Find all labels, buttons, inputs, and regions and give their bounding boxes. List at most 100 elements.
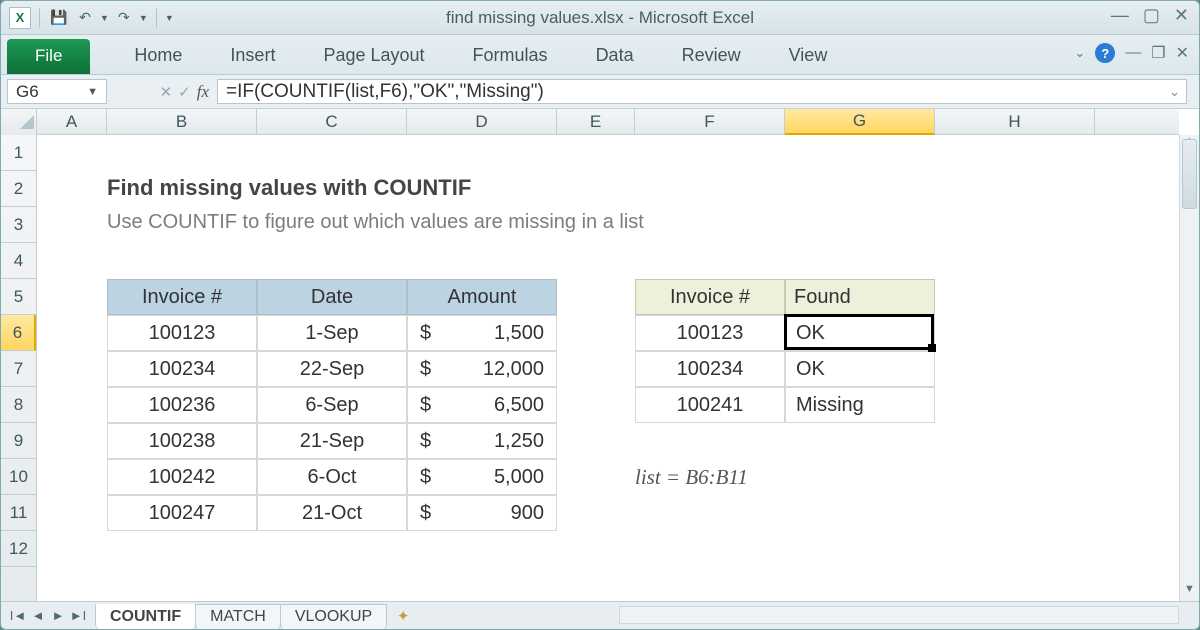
table1-date-5: 21-Oct — [257, 495, 407, 531]
fx-icon[interactable]: fx — [197, 82, 209, 102]
vertical-scrollbar[interactable]: ▲ ▼ — [1179, 135, 1199, 601]
undo-icon[interactable]: ↶ — [74, 7, 96, 29]
qat-customize-icon[interactable]: ▼ — [165, 13, 174, 23]
table2-found-1: OK — [785, 351, 935, 387]
title-bar: X 💾 ↶ ▼ ↷ ▼ ▼ find missing values.xlsx -… — [1, 1, 1199, 35]
tab-formulas[interactable]: Formulas — [449, 37, 572, 74]
ribbon-tabs: File Home Insert Page Layout Formulas Da… — [1, 35, 1199, 75]
row-header-3[interactable]: 3 — [1, 207, 36, 243]
name-box[interactable]: G6 ▼ — [7, 79, 107, 104]
row-header-4[interactable]: 4 — [1, 243, 36, 279]
scroll-down-icon[interactable]: ▼ — [1180, 583, 1199, 601]
table1-invoice-5: 100247 — [107, 495, 257, 531]
table1-amount-4: $5,000 — [407, 459, 557, 495]
sheet-tab-match[interactable]: MATCH — [195, 604, 281, 630]
tab-view[interactable]: View — [765, 37, 852, 74]
column-header-f[interactable]: F — [635, 109, 785, 135]
table1-invoice-2: 100236 — [107, 387, 257, 423]
help-icon[interactable]: ? — [1095, 43, 1115, 63]
sheet-tab-vlookup[interactable]: VLOOKUP — [280, 604, 387, 630]
undo-dropdown-icon[interactable]: ▼ — [100, 13, 109, 23]
table1-date-3: 21-Sep — [257, 423, 407, 459]
tab-review[interactable]: Review — [658, 37, 765, 74]
worksheet-title: Find missing values with COUNTIF — [107, 175, 807, 211]
table1-invoice-0: 100123 — [107, 315, 257, 351]
table1-invoice-4: 100242 — [107, 459, 257, 495]
tab-home[interactable]: Home — [110, 37, 206, 74]
cell-area[interactable]: Find missing values with COUNTIFUse COUN… — [37, 135, 1179, 601]
select-all-corner[interactable] — [1, 109, 37, 135]
redo-dropdown-icon[interactable]: ▼ — [139, 13, 148, 23]
table1-amount-5: $900 — [407, 495, 557, 531]
table2-found-0: OK — [785, 315, 935, 351]
row-header-2[interactable]: 2 — [1, 171, 36, 207]
ribbon-minimize-icon[interactable]: ⌄ — [1074, 45, 1085, 61]
table1-date-1: 22-Sep — [257, 351, 407, 387]
file-tab[interactable]: File — [7, 39, 90, 74]
column-header-h[interactable]: H — [935, 109, 1095, 135]
spreadsheet-grid[interactable]: ABCDEFGH 123456789101112 Find missing va… — [1, 109, 1199, 601]
row-header-7[interactable]: 7 — [1, 351, 36, 387]
horizontal-scrollbar[interactable] — [619, 606, 1179, 624]
formula-bar[interactable]: =IF(COUNTIF(list,F6),"OK","Missing") ⌄ — [217, 79, 1187, 104]
column-header-a[interactable]: A — [37, 109, 107, 135]
formula-bar-value: =IF(COUNTIF(list,F6),"OK","Missing") — [226, 81, 544, 103]
table1-date-0: 1-Sep — [257, 315, 407, 351]
sheet-prev-icon[interactable]: ◄ — [29, 608, 47, 623]
column-headers: ABCDEFGH — [1, 109, 1179, 135]
scroll-thumb[interactable] — [1182, 139, 1197, 209]
accept-formula-icon[interactable]: ✓ — [178, 83, 191, 101]
workbook-restore-icon[interactable]: ❐ — [1151, 43, 1165, 63]
column-header-d[interactable]: D — [407, 109, 557, 135]
row-header-1[interactable]: 1 — [1, 135, 36, 171]
tab-page-layout[interactable]: Page Layout — [299, 37, 448, 74]
new-sheet-icon[interactable]: ✦ — [392, 607, 414, 625]
quick-access-toolbar: X 💾 ↶ ▼ ↷ ▼ ▼ — [1, 7, 174, 29]
row-header-12[interactable]: 12 — [1, 531, 36, 567]
separator — [39, 8, 40, 28]
column-header-c[interactable]: C — [257, 109, 407, 135]
maximize-icon[interactable]: ▢ — [1143, 5, 1160, 26]
cancel-formula-icon[interactable]: ✕ — [160, 83, 173, 101]
workbook-minimize-icon[interactable]: — — [1125, 44, 1141, 62]
formula-bar-row: G6 ▼ ✕ ✓ fx =IF(COUNTIF(list,F6),"OK","M… — [1, 75, 1199, 109]
sheet-last-icon[interactable]: ►I — [69, 608, 87, 623]
formula-expand-icon[interactable]: ⌄ — [1169, 84, 1180, 100]
save-icon[interactable]: 💾 — [48, 7, 70, 29]
name-box-value: G6 — [16, 82, 39, 102]
row-header-11[interactable]: 11 — [1, 495, 36, 531]
workbook-close-icon[interactable]: ✕ — [1176, 43, 1189, 63]
window-controls: — ▢ ✕ — [1111, 5, 1189, 26]
table1-invoice-1: 100234 — [107, 351, 257, 387]
row-header-8[interactable]: 8 — [1, 387, 36, 423]
table2-invoice-1: 100234 — [635, 351, 785, 387]
name-box-dropdown-icon[interactable]: ▼ — [87, 86, 98, 98]
table1-invoice-3: 100238 — [107, 423, 257, 459]
sheet-next-icon[interactable]: ► — [49, 608, 67, 623]
table2-invoice-0: 100123 — [635, 315, 785, 351]
row-header-10[interactable]: 10 — [1, 459, 36, 495]
excel-logo-icon: X — [9, 7, 31, 29]
column-header-b[interactable]: B — [107, 109, 257, 135]
tab-insert[interactable]: Insert — [206, 37, 299, 74]
close-icon[interactable]: ✕ — [1174, 5, 1189, 26]
sheet-tab-countif[interactable]: COUNTIF — [95, 604, 196, 630]
table1-amount-1: $12,000 — [407, 351, 557, 387]
sheet-nav-buttons: I◄ ◄ ► ►I — [1, 608, 95, 623]
minimize-icon[interactable]: — — [1111, 5, 1129, 26]
row-header-9[interactable]: 9 — [1, 423, 36, 459]
separator — [156, 8, 157, 28]
table1-date-2: 6-Sep — [257, 387, 407, 423]
redo-icon[interactable]: ↷ — [113, 7, 135, 29]
table2-invoice-2: 100241 — [635, 387, 785, 423]
row-headers: 123456789101112 — [1, 135, 37, 601]
sheet-first-icon[interactable]: I◄ — [9, 608, 27, 623]
column-header-e[interactable]: E — [557, 109, 635, 135]
formula-controls: ✕ ✓ fx — [107, 75, 217, 108]
row-header-5[interactable]: 5 — [1, 279, 36, 315]
column-header-g[interactable]: G — [785, 109, 935, 135]
row-header-6[interactable]: 6 — [1, 315, 36, 351]
table1-date-4: 6-Oct — [257, 459, 407, 495]
table2-found-2: Missing — [785, 387, 935, 423]
tab-data[interactable]: Data — [572, 37, 658, 74]
